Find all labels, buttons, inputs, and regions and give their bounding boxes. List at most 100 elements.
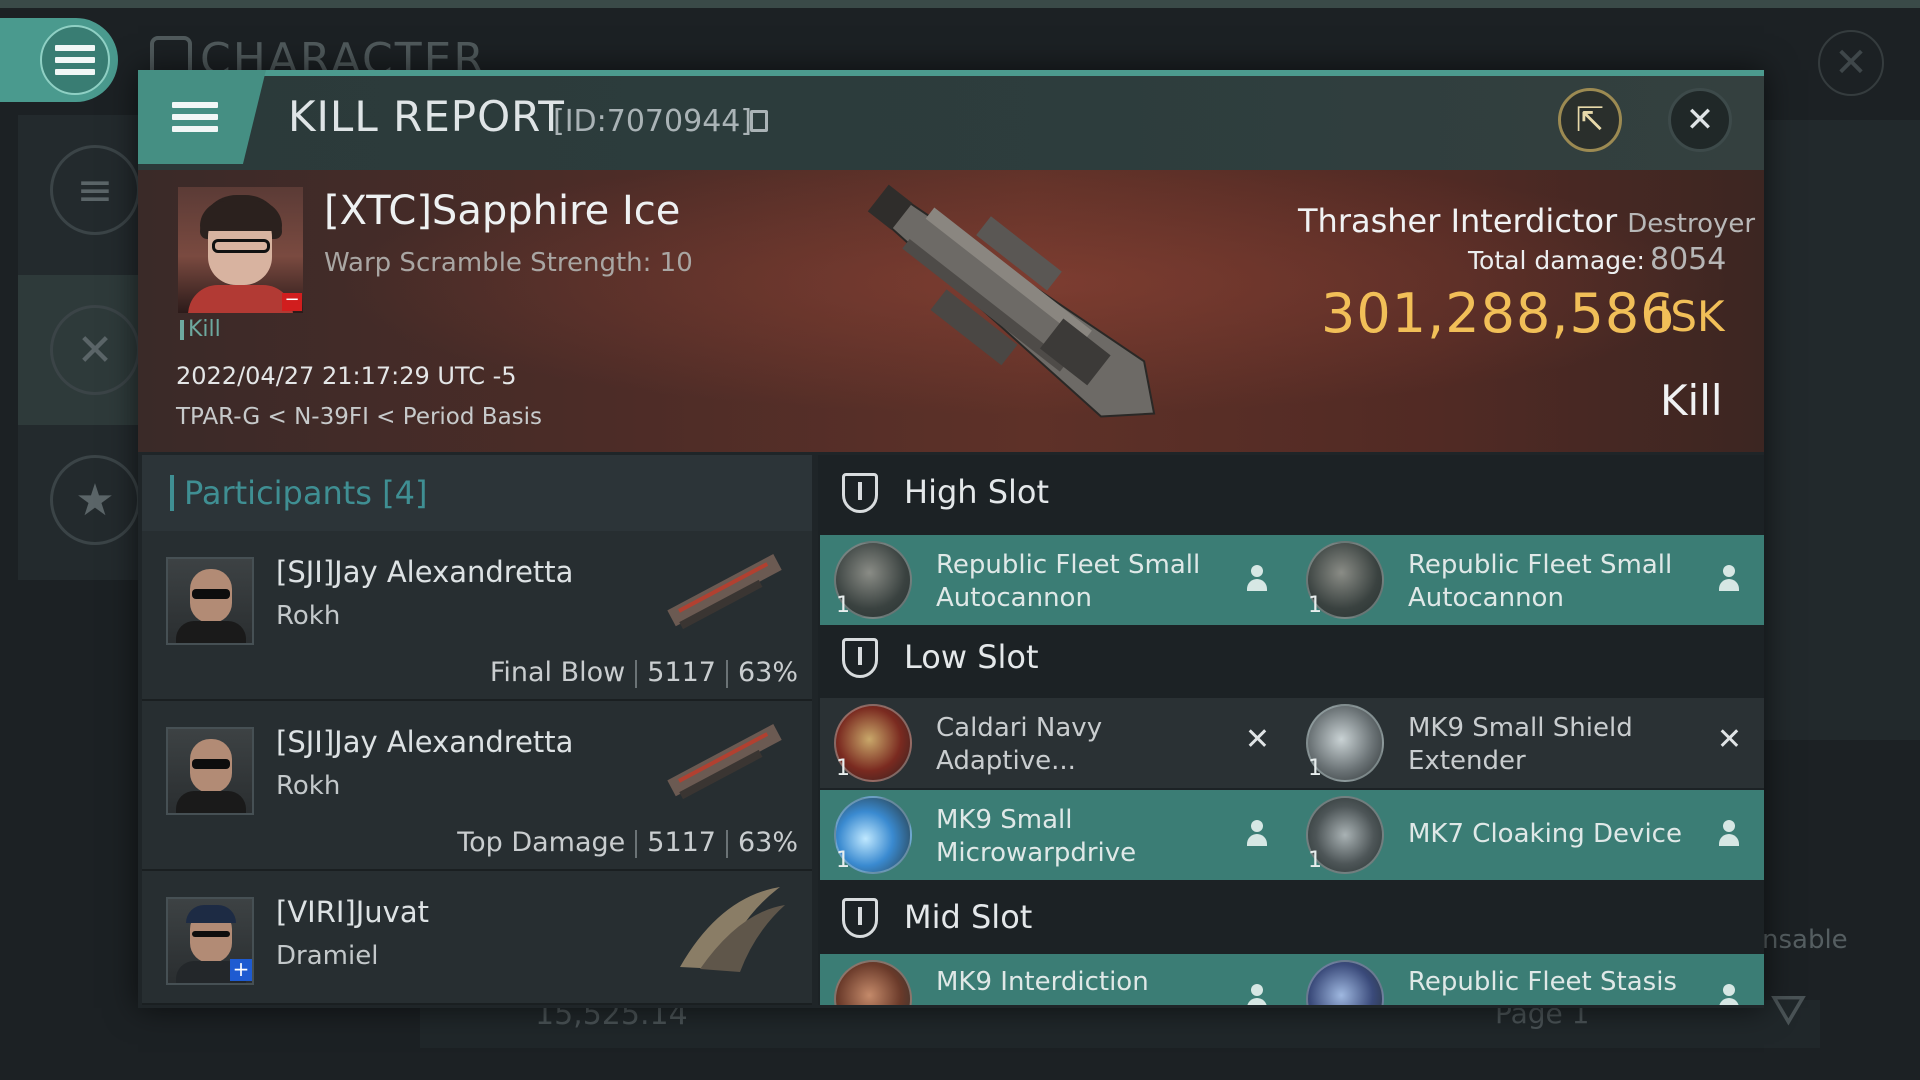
participant-stats: Top Damage 5117 63% [457,827,798,858]
swords-icon[interactable]: ✕ [50,305,140,395]
person-icon [1718,565,1740,593]
report-id: [ID:7070944] [553,104,753,139]
participant-stats: Final Blow 5117 63% [490,657,798,688]
participant-role: Top Damage [457,827,626,858]
module-item[interactable]: 1 Republic Fleet Small Autocannon [820,535,1292,625]
share-icon: ⇱ [1575,100,1605,140]
module-quantity: 1 [836,593,850,618]
victim-avatar[interactable]: − [178,187,303,313]
main-menu-button[interactable] [40,25,110,95]
module-name: Republic Fleet Small Autocannon [1408,550,1673,613]
victim-name[interactable]: [XTC]Sapphire Ice [324,188,680,234]
top-edge-bar [0,0,1920,8]
filter-icon[interactable]: ⛛ [1770,985,1807,1036]
participant-avatar[interactable] [166,727,254,815]
module-name: MK7 Cloaking Device [1408,819,1682,849]
list-icon[interactable]: ≡ [50,145,140,235]
person-icon [1246,565,1268,593]
kill-result-label: Kill [1660,376,1723,425]
module-quantity: 1 [1308,593,1322,618]
hamburger-menu-icon [55,45,95,75]
x-icon: ✕ [1716,722,1742,757]
person-icon [1718,984,1740,1005]
person-icon [1246,820,1268,848]
kill-tag: Kill [180,319,221,341]
module-item[interactable]: 1 Republic Fleet Small Autocannon [1292,535,1764,625]
victim-subtitle: Warp Scramble Strength: 10 [324,248,693,278]
hostile-status-icon: − [282,291,302,311]
participant-row[interactable]: [SJI]Jay Alexandretta Rokh Final Blow 511… [142,531,812,701]
module-item[interactable]: MK9 Interdiction [820,954,1292,1005]
victim-ship-class: Destroyer [1627,209,1756,239]
participant-name[interactable]: [VIRI]Juvat [276,895,429,929]
module-item[interactable]: 1 MK9 Small Shield Extender ✕ [1292,698,1764,788]
kill-location[interactable]: TPAR-G < N-39FI < Period Basis [176,404,542,430]
participant-ship-image [667,554,782,630]
module-name: MK9 Small Microwarpdrive [936,805,1137,868]
participant-name[interactable]: [SJI]Jay Alexandretta [276,555,573,589]
module-quantity: 1 [836,756,850,781]
x-icon: ✕ [1244,722,1270,757]
low-slot-header: Low Slot [818,620,1764,700]
participant-ship-image [667,724,782,800]
modal-title: KILL REPORT [288,92,565,141]
hamburger-menu-icon [172,102,218,132]
participant-percent: 63% [737,827,798,858]
participant-name[interactable]: [SJI]Jay Alexandretta [276,725,573,759]
module-item[interactable]: 1 MK7 Cloaking Device [1292,790,1764,880]
participant-ship: Rokh [276,601,341,631]
isk-value: 301,288,586 [1321,282,1676,345]
module-item[interactable]: 1 Caldari Navy Adaptive... ✕ [820,698,1292,788]
slot-icon [842,473,878,513]
module-name: Caldari Navy Adaptive... [936,713,1103,776]
participant-avatar[interactable]: + [166,897,254,985]
stasis-webifier-icon [1306,960,1384,1005]
module-name: Republic Fleet Small Autocannon [936,550,1201,613]
participants-title[interactable]: Participants [4] [170,475,427,511]
participant-ship: Rokh [276,771,341,801]
star-icon[interactable]: ★ [50,455,140,545]
mid-slot-title: Mid Slot [904,898,1033,936]
interdiction-icon [834,960,912,1005]
share-button[interactable]: ⇱ [1558,88,1622,152]
mid-slot-header: Mid Slot [818,880,1764,960]
participant-percent: 63% [737,657,798,688]
participant-avatar[interactable] [166,557,254,645]
module-name: Republic Fleet Stasis [1408,967,1677,997]
close-icon: ✕ [1685,100,1715,140]
slot-icon [842,898,878,938]
high-slot-title: High Slot [904,473,1050,511]
module-quantity: 1 [1308,848,1322,873]
victim-ship-image [867,184,1156,418]
kill-report-modal: KILL REPORT [ID:7070944] ⇱ ✕ − [XTC]Sapp… [138,70,1764,1008]
isk-unit: ISK [1658,292,1725,341]
module-name: MK9 Small Shield Extender [1408,713,1633,776]
friendly-status-icon: + [230,959,252,981]
slot-icon [842,638,878,678]
background-right-text: nsable [1762,925,1848,955]
participant-ship: Dramiel [276,941,379,971]
total-damage-label: Total damage: [1468,246,1645,275]
participant-damage: 5117 [647,657,716,688]
high-slot-header: High Slot [818,455,1764,535]
module-quantity: 1 [1308,756,1322,781]
participant-role: Final Blow [489,657,626,688]
participant-row[interactable]: [SJI]Jay Alexandretta Rokh Top Damage 511… [142,701,812,871]
module-name: MK9 Interdiction [936,967,1149,997]
participant-row[interactable]: + [VIRI]Juvat Dramiel [142,871,812,1005]
participant-ship-image [680,887,785,972]
low-slot-title: Low Slot [904,638,1039,676]
copy-icon[interactable] [750,110,768,132]
close-button[interactable]: ✕ [1668,88,1732,152]
module-quantity: 1 [836,848,850,873]
person-icon [1246,984,1268,1005]
background-close-icon[interactable]: ✕ [1818,30,1884,96]
participant-damage: 5117 [647,827,716,858]
victim-ship-name[interactable]: Thrasher Interdictor Destroyer [1298,202,1755,240]
person-icon [1718,820,1740,848]
module-item[interactable]: 1 MK9 Small Microwarpdrive [820,790,1292,880]
kill-datetime: 2022/04/27 21:17:29 UTC -5 [176,362,517,390]
module-item[interactable]: Republic Fleet Stasis [1292,954,1764,1005]
background-right-panel [1760,120,1920,740]
total-damage-value: 8054 [1650,242,1727,277]
